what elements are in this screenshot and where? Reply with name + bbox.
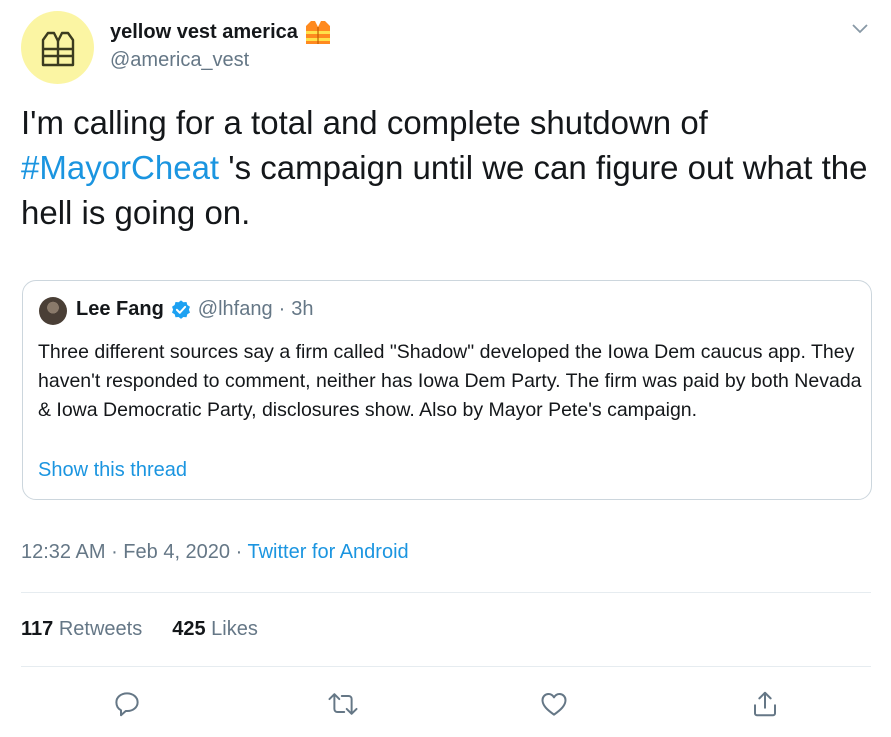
more-options-button[interactable] <box>846 14 874 42</box>
tweet-time[interactable]: 12:32 AM <box>21 541 106 563</box>
author-handle[interactable]: @america_vest <box>110 49 249 72</box>
hashtag-link[interactable]: #MayorCheat <box>21 149 219 186</box>
retweets-stat[interactable]: 117 Retweets <box>21 618 142 641</box>
construction-worker-vest-emoji <box>305 21 330 44</box>
vest-icon <box>41 31 74 66</box>
quoted-timestamp[interactable]: 3h <box>291 298 313 321</box>
meta-separator: · <box>105 541 124 563</box>
retweets-count: 117 <box>21 618 54 640</box>
quoted-tweet-header: Lee Fang @lhfang · 3h <box>76 298 314 321</box>
divider <box>21 592 871 593</box>
quoted-tweet-text: Three different sources say a firm calle… <box>38 341 862 421</box>
tweet-text-before: I'm calling for a total and complete shu… <box>21 104 708 141</box>
retweets-label: Retweets <box>58 618 143 640</box>
meta-separator: · <box>230 541 248 563</box>
quoted-tweet-card[interactable]: Lee Fang @lhfang · 3h Three different so… <box>22 280 872 500</box>
author-display-name[interactable]: yellow vest america <box>110 21 298 44</box>
tweet-metadata: 12:32 AM · Feb 4, 2020 · Twitter for And… <box>21 541 409 564</box>
tweet-stats: 117 Retweets 425 Likes <box>21 618 258 641</box>
quoted-avatar[interactable] <box>39 297 67 325</box>
verified-badge-icon <box>171 299 190 319</box>
reply-button[interactable] <box>109 686 145 722</box>
show-thread-link[interactable]: Show this thread <box>38 459 187 482</box>
likes-stat[interactable]: 425 Likes <box>172 618 258 641</box>
avatar[interactable] <box>21 11 94 84</box>
tweet-text: I'm calling for a total and complete shu… <box>21 100 871 235</box>
tweet-date[interactable]: Feb 4, 2020 <box>123 541 230 563</box>
retweet-button[interactable] <box>325 686 361 722</box>
reply-icon <box>115 692 139 717</box>
tweet-source-link[interactable]: Twitter for Android <box>247 541 408 563</box>
likes-count: 425 <box>172 618 206 640</box>
quoted-meta-separator: · <box>278 298 286 320</box>
share-icon <box>754 691 776 717</box>
retweet-icon <box>328 693 358 715</box>
divider <box>21 666 871 667</box>
like-button[interactable] <box>536 686 572 722</box>
quoted-author-handle[interactable]: @lhfang <box>198 298 273 321</box>
like-icon <box>541 693 567 716</box>
chevron-down-icon <box>852 24 868 34</box>
likes-label: Likes <box>211 618 258 640</box>
share-button[interactable] <box>747 686 783 722</box>
quoted-author-name[interactable]: Lee Fang <box>76 298 164 321</box>
author-name-row[interactable]: yellow vest america <box>110 19 332 45</box>
